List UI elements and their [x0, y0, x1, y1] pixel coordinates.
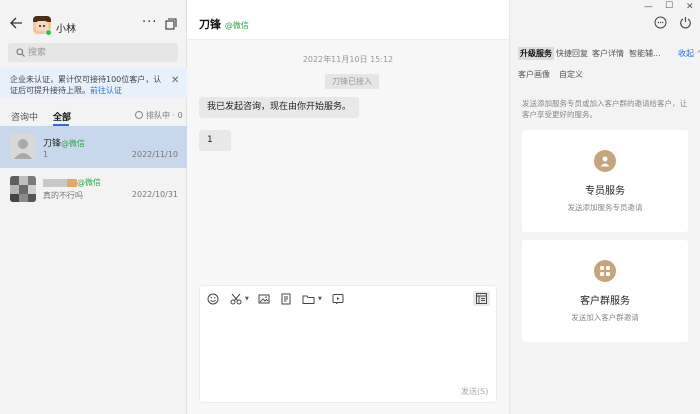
- card-title: 客户群服务: [580, 296, 630, 307]
- conversation-tabs: 咨询中 全部 排队中 · 0: [0, 104, 187, 126]
- customer-service-panel: — ☐ ✕ 升级服务 快捷回复 客户详情 智能辅... 收起 ^ 客户画像 自定…: [509, 0, 700, 414]
- conversation-date: 2022/10/31: [131, 190, 178, 199]
- video-message-icon[interactable]: [332, 293, 344, 305]
- tab-custom[interactable]: 自定义: [559, 69, 583, 80]
- verification-notice: 企业未认证，累计仅可接待100位客户，认证后可提升接待上限。前往认证 ✕: [0, 68, 187, 98]
- power-icon[interactable]: [679, 16, 692, 29]
- image-icon[interactable]: [258, 293, 270, 305]
- window-controls: — ☐ ✕: [510, 0, 700, 14]
- wechat-source-label: @微信: [224, 21, 249, 30]
- dedicated-service-card[interactable]: 专员服务 发送添加服务专员邀请: [522, 130, 688, 232]
- search-input[interactable]: [28, 45, 173, 60]
- new-window-icon[interactable]: [165, 18, 177, 30]
- blurred-contact-name: [43, 178, 67, 187]
- conversation-item[interactable]: @微信 真的不行吗 2022/10/31: [0, 168, 187, 210]
- message-timestamp: 2022年11月10日 15:12: [302, 55, 394, 64]
- wechat-source-label: @微信: [77, 178, 101, 187]
- search-box[interactable]: [8, 43, 178, 62]
- person-icon: [594, 150, 616, 172]
- message-composer[interactable]: ▼ ▼ 发送(S): [199, 285, 497, 403]
- queue-count[interactable]: 排队中 · 0: [146, 110, 183, 121]
- message-bubble[interactable]: 我已发起咨询，现在由你开始服务。: [199, 97, 360, 118]
- quick-reply-panel-icon[interactable]: [473, 291, 490, 306]
- online-status-icon: [45, 29, 52, 36]
- more-options-icon[interactable]: ···: [142, 16, 157, 29]
- upgrade-service-description: 发送添加服务专员或加入客户群的邀请给客户，让客户享受更好的服务。: [522, 99, 687, 119]
- wechat-source-label: @微信: [61, 139, 86, 148]
- minimize-icon[interactable]: —: [644, 2, 653, 12]
- tab-all[interactable]: 全部: [53, 110, 71, 123]
- card-subtitle: 发送加入客户群邀请: [571, 313, 639, 322]
- chat-bubble-icon[interactable]: [654, 16, 667, 29]
- collapse-button[interactable]: 收起 ^: [678, 48, 700, 59]
- notice-text: 企业未认证，累计仅可接待100位客户，认证后可提升接待上限。: [10, 75, 162, 95]
- last-message: 1: [43, 150, 49, 159]
- tab-customer-profile[interactable]: 客户画像: [518, 69, 550, 80]
- back-arrow-icon[interactable]: [10, 17, 23, 29]
- conversation-sidebar: 小林 ··· 企业未认证，累计仅可接待100位客户，认证后可提升接待上限。前往认…: [0, 0, 187, 414]
- clock-icon: [135, 111, 143, 119]
- contact-avatar: [10, 176, 36, 202]
- customer-group-card[interactable]: 客户群服务 发送加入客户群邀请: [522, 240, 688, 342]
- search-icon: [16, 48, 25, 57]
- chevron-down-icon[interactable]: ▼: [318, 296, 322, 302]
- emoji-icon[interactable]: [207, 293, 219, 305]
- conversation-item[interactable]: 刀锋@微信 1 2022/11/10: [0, 126, 187, 168]
- card-subtitle: 发送添加服务专员邀请: [567, 203, 643, 212]
- document-icon[interactable]: [280, 293, 292, 305]
- message-bubble[interactable]: 1: [199, 130, 231, 151]
- panel-tabs: 升级服务 快捷回复 客户详情 智能辅... 收起 ^: [518, 47, 700, 62]
- user-name: 小林: [56, 24, 76, 35]
- tab-upgrade-service[interactable]: 升级服务: [518, 47, 554, 60]
- close-window-icon[interactable]: ✕: [686, 2, 694, 12]
- sidebar-header: 小林 ···: [0, 0, 187, 40]
- conversation-date: 2022/11/10: [131, 150, 178, 159]
- tab-quick-reply[interactable]: 快捷回复: [556, 48, 588, 59]
- last-message: 真的不行吗: [43, 191, 83, 200]
- close-icon[interactable]: ✕: [171, 75, 179, 86]
- contact-name: 刀锋: [43, 139, 62, 149]
- tab-smart-assist[interactable]: 智能辅...: [629, 48, 661, 59]
- group-icon: [594, 260, 616, 282]
- panel-tabs-secondary: 客户画像 自定义: [518, 69, 698, 83]
- chat-header: 刀锋 @微信: [187, 0, 509, 40]
- screenshot-scissors-icon[interactable]: [230, 293, 242, 305]
- card-title: 专员服务: [585, 186, 625, 197]
- verify-link[interactable]: 前往认证: [90, 86, 122, 95]
- contact-avatar: [10, 134, 36, 160]
- folder-icon[interactable]: [302, 293, 315, 305]
- chevron-up-icon: ^: [696, 49, 700, 58]
- tab-customer-details[interactable]: 客户详情: [592, 48, 624, 59]
- chevron-down-icon[interactable]: ▼: [245, 296, 249, 302]
- maximize-icon[interactable]: ☐: [665, 1, 673, 11]
- send-button[interactable]: 发送(S): [461, 386, 488, 397]
- tab-consulting[interactable]: 咨询中: [11, 110, 38, 123]
- chat-title: 刀锋: [199, 18, 221, 31]
- system-message: 刀锋已接入: [325, 74, 379, 89]
- chat-panel: 刀锋 @微信 2022年11月10日 15:12 刀锋已接入 我已发起咨询，现在…: [187, 0, 509, 414]
